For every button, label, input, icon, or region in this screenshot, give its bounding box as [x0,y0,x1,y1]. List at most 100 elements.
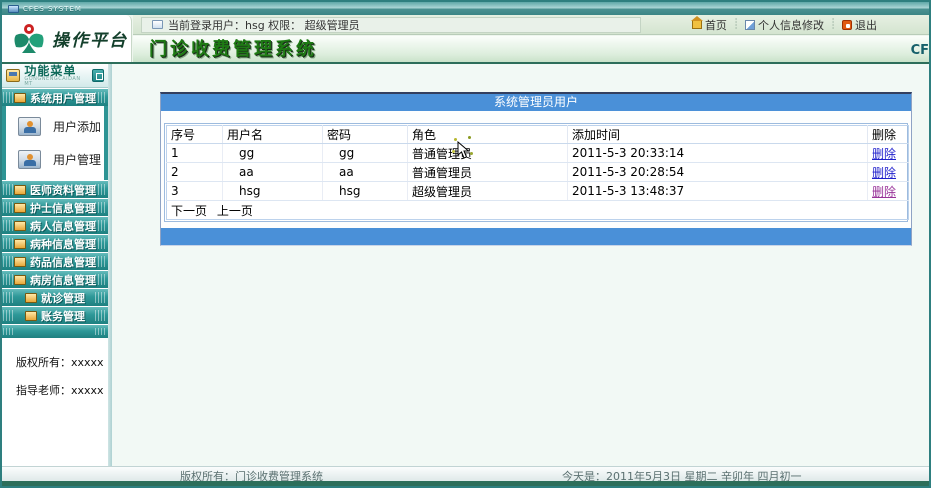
sidebar-item-label: 药品信息管理 [30,254,96,270]
cell-username: hsg [223,182,323,201]
column-header: 添加时间 [568,126,868,144]
cell-no: 2 [167,163,223,182]
header-link-label: 退出 [855,17,877,33]
computer-icon [14,257,26,267]
sidebar-item-label: 系统用户管理 [30,90,96,106]
column-header: 删除 [868,126,909,144]
next-page-link[interactable]: 下一页 [171,204,207,218]
sidebar-item[interactable]: 就诊管理 [2,289,108,306]
menu-title: 功能菜单 [24,65,87,77]
cell-delete: 删除 [868,163,909,182]
window-app-icon [8,5,19,13]
sidebar-item-label: 账务管理 [41,308,85,324]
column-header: 序号 [167,126,223,144]
sidebar-item[interactable]: 护士信息管理 [2,199,108,216]
header-title-strip: 门诊收费管理系统 CF [133,36,929,62]
home-icon [692,20,702,29]
pagination-row: 下一页 上一页 [167,201,909,220]
panel-title-bar: 系统管理员用户 [161,94,911,111]
delete-link[interactable]: 删除 [872,166,896,180]
menu-collapse-button[interactable] [92,69,104,82]
panel-body: 序号用户名密码角色添加时间删除 1gggg普通管理员2011-5-3 20:33… [161,111,911,228]
sidebar-item[interactable]: 系统用户管理 [2,89,108,106]
corner-text: CF [911,43,929,62]
menu-title-wrap: 功能菜单 GONGNENGCAIDAN MT [24,65,87,87]
page-footer: 版权所有：门诊收费管理系统 今天是：2011年5月3日 星期二 辛卯年 四月初一 [2,466,929,481]
sidebar-item[interactable]: 医师资料管理 [2,181,108,198]
edit-icon [745,20,755,30]
cell-role: 普通管理员 [408,144,568,163]
link-separator: ┊ [733,19,739,30]
header-top-strip: 当前登录用户：hsg 权限： 超级管理员 首页 ┊ 个人信息修改 ┊ 退出 [133,15,929,35]
sidebar-empty-bar [2,325,108,338]
user-table-container: 序号用户名密码角色添加时间删除 1gggg普通管理员2011-5-3 20:33… [164,123,908,222]
window-title: CFES SYSTEM [23,5,82,13]
header-link-edit[interactable]: 个人信息修改 [745,17,824,33]
computer-icon [14,275,26,285]
cell-password: hsg [323,182,408,201]
panel-footer-bar [161,228,911,245]
delete-link[interactable]: 删除 [872,185,896,199]
column-header: 密码 [323,126,408,144]
submenu-item-label: 用户管理 [53,151,101,168]
system-title: 门诊收费管理系统 [133,35,317,62]
sidebar-item-label: 就诊管理 [41,290,85,306]
link-separator: ┊ [830,19,836,30]
computer-icon [14,203,26,213]
sidebar-item[interactable]: 药品信息管理 [2,253,108,270]
submenu-item[interactable]: 用户管理 [6,143,104,176]
cell-no: 3 [167,182,223,201]
table-row: 2aaaa普通管理员2011-5-3 20:28:54删除 [167,163,909,182]
sidebar-item-label: 护士信息管理 [30,200,96,216]
header-link-logout[interactable]: 退出 [842,17,877,33]
main-content: 系统管理员用户 序号用户名密码角色添加时间删除 1gggg普通管理员2011-5… [112,64,929,466]
sidebar: 功能菜单 GONGNENGCAIDAN MT 系统用户管理用户添加用户管理医师资… [2,64,108,466]
delete-link[interactable]: 删除 [872,147,896,161]
sidebar-copyright: 版权所有：xxxxx [2,354,108,370]
prev-page-link[interactable]: 上一页 [217,204,253,218]
computer-icon [25,293,37,303]
submenu-item[interactable]: 用户添加 [6,110,104,143]
user-screen-icon [18,117,41,136]
cell-role: 普通管理员 [408,163,568,182]
cell-time: 2011-5-3 20:33:14 [568,144,868,163]
sidebar-item[interactable]: 账务管理 [2,307,108,324]
user-table: 序号用户名密码角色添加时间删除 1gggg普通管理员2011-5-3 20:33… [166,125,909,220]
user-table-body: 1gggg普通管理员2011-5-3 20:33:14删除2aaaa普通管理员2… [167,144,909,201]
header-link-label: 个人信息修改 [758,17,824,33]
logo-area: 操作平台 [2,15,132,62]
sidebar-item[interactable]: 病种信息管理 [2,235,108,252]
submenu-item-label: 用户添加 [53,118,101,135]
panel-title: 系统管理员用户 [161,94,911,111]
sidebar-teacher: 指导老师：xxxxx [2,382,108,398]
cell-time: 2011-5-3 20:28:54 [568,163,868,182]
cell-delete: 删除 [868,144,909,163]
submenu: 用户添加用户管理 [2,106,108,180]
cell-password: gg [323,144,408,163]
computer-icon [14,93,26,103]
computer-icon [14,221,26,231]
table-row: 3hsghsg超级管理员2011-5-3 13:48:37删除 [167,182,909,201]
user-screen-icon [18,150,41,169]
header-links: 首页 ┊ 个人信息修改 ┊ 退出 [692,17,929,33]
cell-time: 2011-5-3 13:48:37 [568,182,868,201]
sidebar-item[interactable]: 病房信息管理 [2,271,108,288]
menu-header: 功能菜单 GONGNENGCAIDAN MT [2,64,108,88]
menu-items: 系统用户管理用户添加用户管理医师资料管理护士信息管理病人信息管理病种信息管理药品… [2,89,108,338]
cell-username: aa [223,163,323,182]
computer-icon [14,185,26,195]
cell-delete: 删除 [868,182,909,201]
current-user-bar: 当前登录用户：hsg 权限： 超级管理员 [141,17,641,33]
sidebar-item[interactable]: 病人信息管理 [2,217,108,234]
current-user-text: 当前登录用户：hsg 权限： 超级管理员 [168,17,360,33]
column-header: 角色 [408,126,568,144]
cell-role: 超级管理员 [408,182,568,201]
sidebar-item-label: 病种信息管理 [30,236,96,252]
table-row: 1gggg普通管理员2011-5-3 20:33:14删除 [167,144,909,163]
cell-username: gg [223,144,323,163]
computer-icon [14,239,26,249]
header-link-home[interactable]: 首页 [692,17,727,33]
computer-icon [25,311,37,321]
table-header-row: 序号用户名密码角色添加时间删除 [167,126,909,144]
logout-icon [842,20,852,30]
